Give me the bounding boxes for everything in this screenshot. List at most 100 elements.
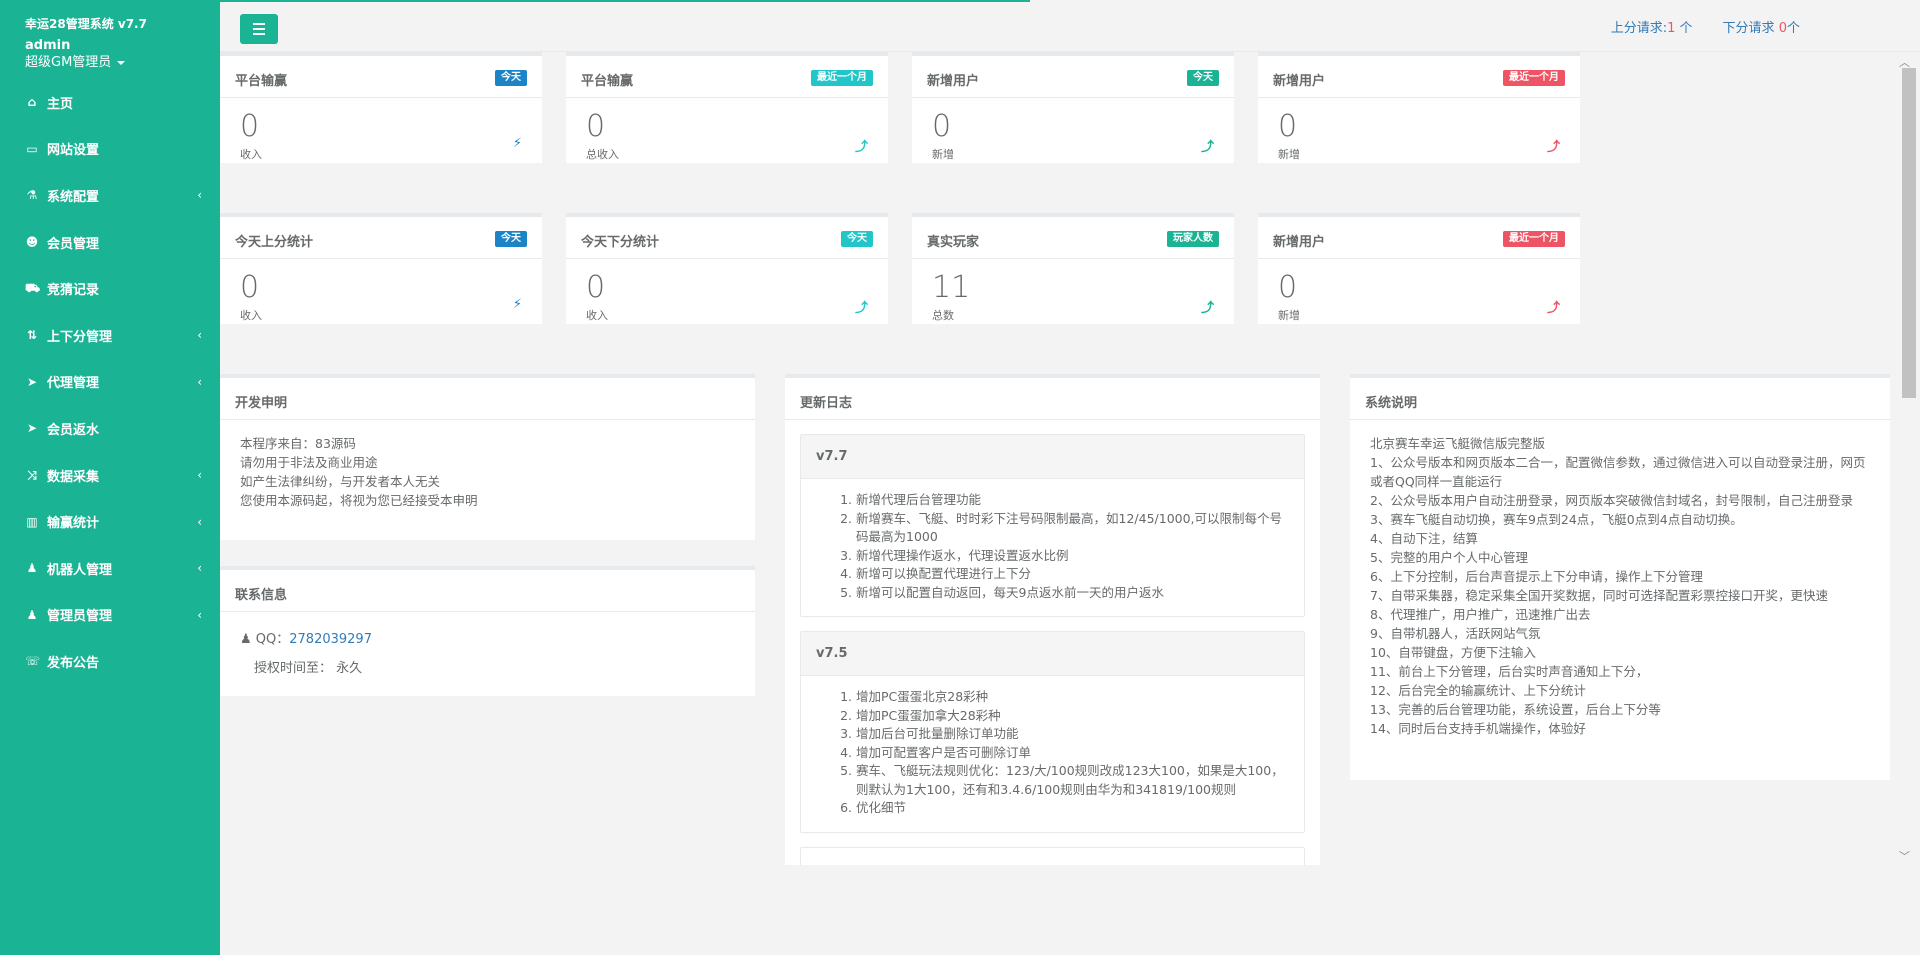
stat-subtitle: 新增 — [1278, 148, 1300, 161]
app-title: 幸运28管理系统 v7.7 — [25, 17, 147, 31]
brand: 幸运28管理系统 v7.7 admin 超级GM管理员 — [0, 0, 220, 71]
sidebar-item[interactable]: ➤ 会员返水 — [0, 405, 220, 452]
stat-subtitle: 总数 — [932, 309, 954, 322]
system-desc-line: 2、公众号版本用户自动注册登录，网页版本突破微信封域名，封号限制，自己注册登录 — [1370, 493, 1853, 508]
system-desc-line: 13、完善的后台管理功能，系统设置，后台上下分等 — [1370, 702, 1661, 717]
sidebar-item-label: 输赢统计 — [47, 516, 100, 532]
stat-value: 0 — [240, 270, 260, 305]
send-icon: ➤ — [26, 374, 38, 389]
stat-card: 今天上分统计 今天 0 收入 ⚡ — [220, 213, 542, 324]
changelog-item: 新增代理操作返水，代理设置返水比例 — [856, 547, 1289, 566]
loading-progress-bar — [220, 0, 1030, 2]
scroll-down-icon[interactable]: ﹀ — [1899, 848, 1910, 864]
system-desc-line: 8、代理推广，用户推广，迅速推广出去 — [1370, 607, 1591, 622]
flask-icon: ⚗ — [26, 188, 38, 203]
sidebar-item[interactable]: ➤ 代理管理 ‹ — [0, 359, 220, 406]
sidebar-nav: ⌂ 主页 ▭ 网站设置 ⚗ 系统配置 ‹ ☻ 会员管理 ⛟ 竞猜记录 ⇅ 上下分管理 ‹ ➤ 代理管理 ‹ ➤ 会员… — [0, 79, 220, 685]
changelog-list: 新增代理后台管理功能新增赛车、飞艇、时时彩下注号码限制最高，如12/45/100… — [816, 491, 1289, 602]
auth-row: 授权时间至： 永久 — [254, 661, 363, 676]
contact-title: 联系信息 — [235, 588, 288, 603]
stat-badge: 最近一个月 — [1503, 70, 1565, 86]
sidebar-item[interactable]: ♟ 管理员管理 ‹ — [0, 592, 220, 639]
comment-icon: ☏ — [25, 654, 41, 669]
sidebar-item-label: 数据采集 — [47, 469, 100, 485]
send-icon: ➤ — [26, 421, 38, 436]
stat-card: 今天下分统计 今天 0 收入 ⤴ — [566, 213, 888, 324]
qq-row: ♟ QQ：2782039297 — [240, 632, 372, 647]
sidebar-item[interactable]: ▥ 输赢统计 ‹ — [0, 498, 220, 545]
sidebar-item-label: 竞猜记录 — [47, 283, 100, 299]
stat-badge: 今天 — [495, 70, 527, 86]
system-desc-line: 7、自带采集器，稳定采集全国开奖数据，同时可选择配置彩票控接口开奖，更快速 — [1370, 588, 1828, 603]
changelog-item: 新增可以配置自动返回，每天9点返水前一天的用户返水 — [856, 584, 1289, 603]
sidebar-item[interactable]: ☻ 会员管理 — [0, 219, 220, 266]
changelog-version-heading[interactable]: v7.7 — [801, 435, 1304, 479]
stat-card-title: 新增用户 — [927, 74, 980, 89]
up-request-count: 1 — [1667, 21, 1676, 36]
stat-value: 0 — [1278, 270, 1298, 305]
down-request-link[interactable]: 下分请求 0个 — [1723, 17, 1800, 36]
stat-badge: 最近一个月 — [811, 70, 873, 86]
stat-value: 11 — [932, 270, 971, 305]
sidebar-item-label: 会员返水 — [47, 422, 100, 438]
scroll-thumb[interactable] — [1902, 68, 1916, 398]
system-desc-line: 4、自动下注，结算 — [1370, 531, 1478, 546]
request-counters: 上分请求:1 个 下分请求 0个 — [1611, 17, 1800, 36]
changelog-title: 更新日志 — [800, 396, 853, 411]
role-dropdown[interactable]: 超级GM管理员 — [25, 55, 220, 71]
sidebar-item-label: 发布公告 — [47, 655, 100, 671]
changelog-item: 增加可配置客户是否可删除订单 — [856, 744, 1289, 763]
changelog-item: 增加PC蛋蛋加拿大28彩种 — [856, 707, 1289, 726]
sidebar-item[interactable]: ⌂ 主页 — [0, 79, 220, 126]
stat-subtitle: 总收入 — [586, 148, 619, 161]
username: admin — [25, 38, 71, 53]
sidebar-item-label: 网站设置 — [47, 143, 100, 159]
sidebar-item[interactable]: ⛟ 竞猜记录 — [0, 265, 220, 312]
sidebar-item-label: 会员管理 — [47, 236, 100, 252]
system-desc-box: 系统说明 北京赛车幸运飞艇微信版完整版 1、公众号版本和网页版本二合一，配置微信参… — [1350, 374, 1890, 780]
sidebar-item[interactable]: ⚗ 系统配置 ‹ — [0, 172, 220, 219]
qq-icon: ♟ — [240, 632, 252, 647]
trend-icon: ⤴ — [854, 140, 868, 155]
sidebar-item-label: 代理管理 — [47, 376, 100, 392]
sidebar-item-label: 上下分管理 — [47, 329, 113, 345]
hamburger-icon — [253, 23, 265, 25]
changelog-item: 新增赛车、飞艇、时时彩下注号码限制最高，如12/45/1000,可以限制每个号码… — [856, 510, 1289, 547]
stat-card-title: 今天下分统计 — [581, 235, 660, 250]
system-desc-line: 5、完整的用户个人中心管理 — [1370, 550, 1528, 565]
stat-badge: 玩家人数 — [1167, 231, 1219, 247]
system-desc-line: 12、后台完全的输赢统计、上下分统计 — [1370, 683, 1586, 698]
system-desc-line: 10、自带键盘，方便下注输入 — [1370, 645, 1536, 660]
changelog-item: 新增代理后台管理功能 — [856, 491, 1289, 510]
dev-notice-box: 开发申明 本程序来自：83源码 请勿用于非法及商业用途 如产生法律纠纷，与开发者… — [220, 374, 755, 540]
sidebar-item[interactable]: ⇅ 上下分管理 ‹ — [0, 312, 220, 359]
trend-icon: ⚡ — [512, 297, 522, 312]
stat-value: 0 — [240, 109, 260, 144]
chevron-left-icon: ‹ — [197, 561, 202, 576]
stat-badge: 今天 — [1187, 70, 1219, 86]
qq-link[interactable]: 2782039297 — [289, 632, 372, 647]
sidebar-item[interactable]: ▭ 网站设置 — [0, 126, 220, 173]
system-desc-text: 北京赛车幸运飞艇微信版完整版 1、公众号版本和网页版本二合一，配置微信参数，通过微… — [1350, 420, 1890, 752]
stat-card: 新增用户 最近一个月 0 新增 ⤴ — [1258, 213, 1580, 324]
stat-card: 新增用户 今天 0 新增 ⤴ — [912, 52, 1234, 163]
bar-chart-icon: ▥ — [26, 514, 38, 529]
sidebar-item[interactable]: ⤨ 数据采集 ‹ — [0, 452, 220, 499]
up-request-link[interactable]: 上分请求:1 个 — [1611, 17, 1693, 36]
menu-toggle-button[interactable] — [240, 14, 278, 44]
admin-icon: ♟ — [26, 607, 38, 622]
system-desc-line: 11、前台上下分管理，后台实时声音通知上下分， — [1370, 664, 1649, 679]
chevron-left-icon: ‹ — [197, 468, 202, 483]
chevron-left-icon: ‹ — [197, 374, 202, 389]
top-navbar: 上分请求:1 个 下分请求 0个 — [220, 0, 1920, 52]
sidebar-item[interactable]: ♟ 机器人管理 ‹ — [0, 545, 220, 592]
changelog-version-heading[interactable]: v7.5 — [801, 632, 1304, 676]
changelog-panels: v7.7 新增代理后台管理功能新增赛车、飞艇、时时彩下注号码限制最高，如12/45… — [785, 434, 1320, 865]
stat-subtitle: 收入 — [240, 148, 262, 161]
vertical-scrollbar[interactable]: ︿ ﹀ — [1890, 52, 1920, 865]
sidebar-item[interactable]: ☏ 发布公告 — [0, 638, 220, 685]
down-request-count: 0 — [1778, 21, 1787, 36]
stat-card-title: 平台输赢 — [235, 74, 288, 89]
changelog-item: 优化细节 — [856, 799, 1289, 818]
sidebar-item-label: 管理员管理 — [47, 609, 113, 625]
